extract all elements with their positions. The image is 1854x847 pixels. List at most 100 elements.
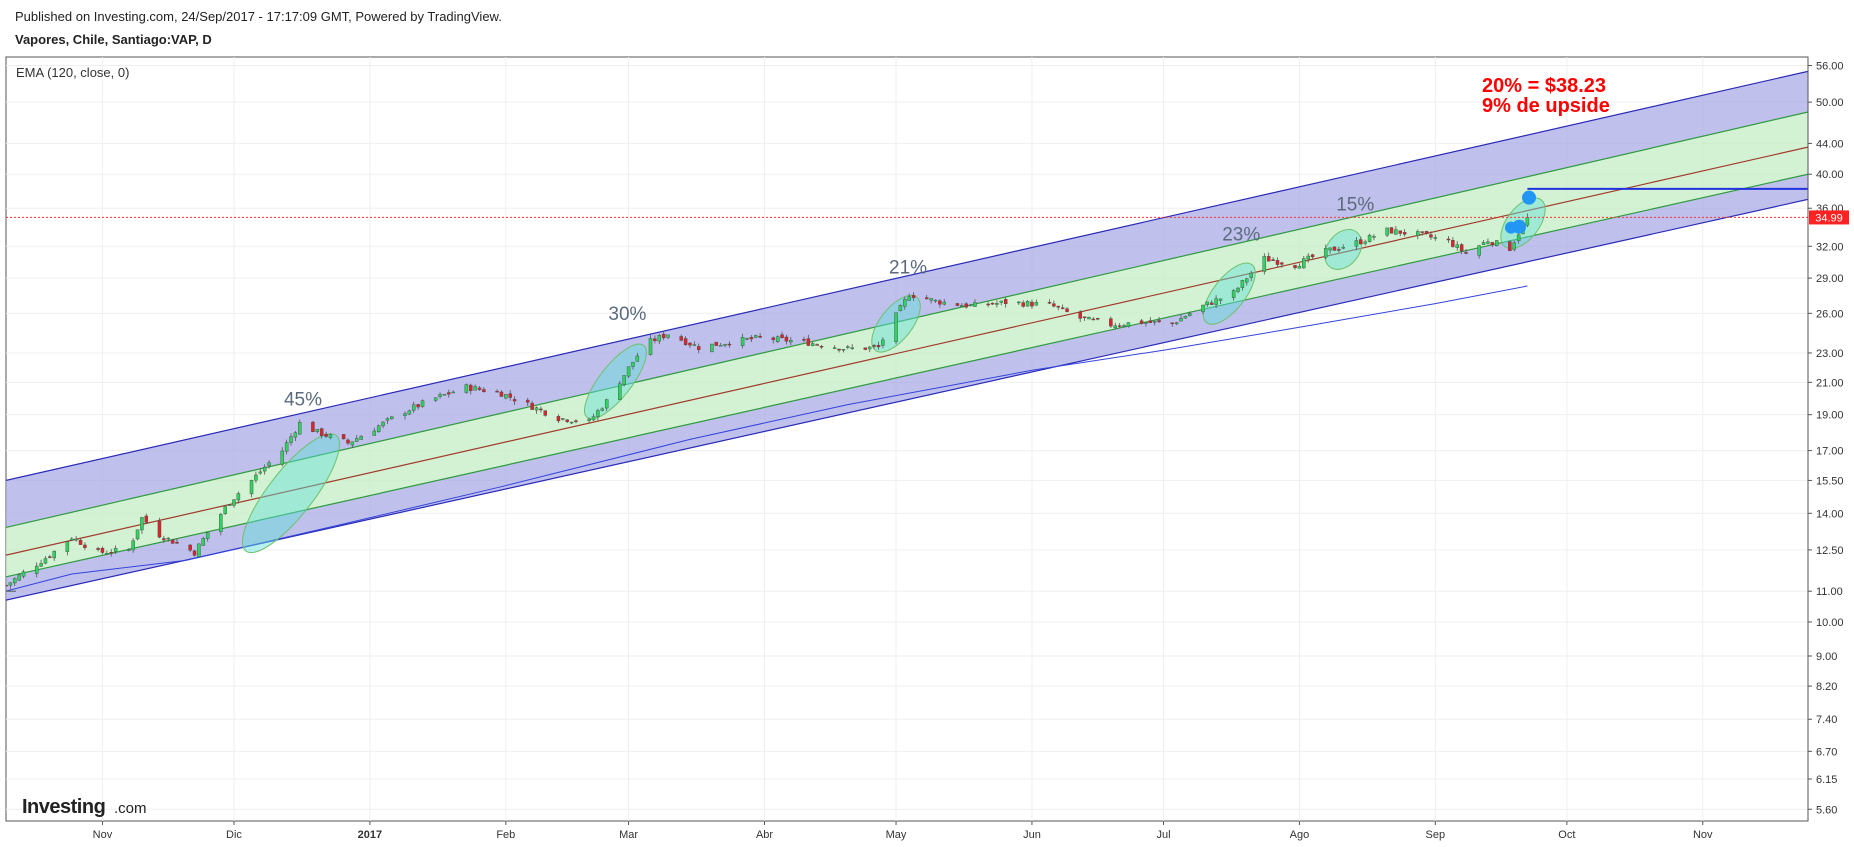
candle-up xyxy=(907,296,911,301)
candle-up xyxy=(412,404,416,411)
candle-up xyxy=(1416,231,1420,236)
candle-up xyxy=(127,549,131,551)
candle-up xyxy=(1512,242,1516,250)
candle-up xyxy=(464,384,469,393)
candle-down xyxy=(1508,241,1512,251)
x-tick-label: Jul xyxy=(1156,829,1170,841)
candle-down xyxy=(192,550,197,556)
candle-down xyxy=(1424,231,1429,234)
candle-up xyxy=(1385,227,1389,236)
candle-down xyxy=(96,548,100,550)
candle-down xyxy=(512,399,517,402)
candle-down xyxy=(986,303,990,306)
candle-up xyxy=(745,338,749,340)
candle-up xyxy=(1087,316,1091,320)
y-tick-label: 21.00 xyxy=(1816,377,1844,389)
candle-up xyxy=(166,537,170,540)
candle-up xyxy=(973,302,977,307)
candle-up xyxy=(1113,325,1117,329)
candle-up xyxy=(433,397,438,401)
candle-down xyxy=(863,347,868,350)
candle-up xyxy=(591,416,596,421)
x-tick-label: Dic xyxy=(226,829,242,841)
candle-up xyxy=(1025,301,1030,307)
y-tick-label: 5.60 xyxy=(1816,804,1837,816)
candle-down xyxy=(78,539,83,545)
candle-up xyxy=(1249,272,1253,278)
candle-down xyxy=(1332,246,1337,251)
candle-down xyxy=(1464,252,1468,254)
candle-down xyxy=(319,428,324,436)
candle-down xyxy=(911,295,916,298)
candle-up xyxy=(262,467,267,472)
candle-down xyxy=(1420,231,1424,233)
candle-down xyxy=(661,333,666,339)
candle-up xyxy=(223,506,227,514)
candle-up xyxy=(197,543,201,557)
candle-down xyxy=(574,420,578,423)
candle-up xyxy=(254,474,258,481)
candle-up xyxy=(289,436,293,443)
candle-up xyxy=(1205,301,1210,305)
candle-up xyxy=(298,422,302,435)
candle-down xyxy=(341,434,346,440)
candle-down xyxy=(157,521,162,538)
candle-up xyxy=(1328,247,1332,251)
candle-down xyxy=(144,515,149,523)
candle-down xyxy=(495,390,499,393)
y-tick-label: 32.00 xyxy=(1816,241,1844,253)
candle-down xyxy=(556,416,561,422)
candle-down xyxy=(1003,299,1008,305)
candle-up xyxy=(1455,244,1459,249)
y-tick-label: 26.00 xyxy=(1816,308,1844,320)
candle-down xyxy=(1446,238,1451,241)
candle-up xyxy=(280,450,284,465)
event-marker xyxy=(1505,221,1518,234)
candle-up xyxy=(710,343,714,352)
candle-down xyxy=(100,548,105,553)
candle-down xyxy=(346,439,350,444)
candle-up xyxy=(205,532,210,539)
candle-up xyxy=(1306,255,1310,260)
last-price-label: 34.99 xyxy=(1815,212,1843,224)
candle-up xyxy=(39,563,43,567)
y-tick-label: 40.00 xyxy=(1816,169,1844,181)
candle-up xyxy=(131,540,135,551)
candle-up xyxy=(328,434,333,438)
candle-up xyxy=(626,366,631,377)
candle-up xyxy=(201,538,206,546)
candle-up xyxy=(1214,298,1218,305)
candle-down xyxy=(539,408,543,411)
candle-down xyxy=(543,410,548,416)
candle-up xyxy=(1477,245,1481,256)
candle-down xyxy=(324,433,328,437)
candle-down xyxy=(1052,303,1056,307)
candle-down xyxy=(1157,320,1161,322)
candle-up xyxy=(359,436,363,440)
candle-down xyxy=(530,402,534,410)
price-chart[interactable]: 45%30%21%23%15% 56.0050.0044.0040.0036.0… xyxy=(0,0,1854,847)
candle-up xyxy=(1486,241,1490,244)
candle-down xyxy=(1402,232,1407,235)
candle-up xyxy=(43,558,48,564)
candle-up xyxy=(692,344,697,346)
candle-up xyxy=(1144,322,1148,324)
y-tick-label: 23.00 xyxy=(1816,348,1844,360)
candle-up xyxy=(898,305,903,312)
candle-up xyxy=(929,298,933,301)
candle-up xyxy=(604,399,609,409)
candle-down xyxy=(1451,240,1455,247)
candle-up xyxy=(65,541,70,552)
x-tick-label: 2017 xyxy=(358,829,382,841)
x-tick-label: Abr xyxy=(756,829,773,841)
candle-down xyxy=(1030,301,1034,307)
candle-up xyxy=(631,361,635,367)
candle-up xyxy=(811,343,815,346)
candle-up xyxy=(1236,287,1240,292)
candle-up xyxy=(999,300,1003,303)
candle-up xyxy=(407,410,412,415)
candle-up xyxy=(315,428,320,432)
candle-up xyxy=(1231,290,1236,298)
candle-up xyxy=(1394,229,1398,235)
candle-up xyxy=(723,344,727,346)
